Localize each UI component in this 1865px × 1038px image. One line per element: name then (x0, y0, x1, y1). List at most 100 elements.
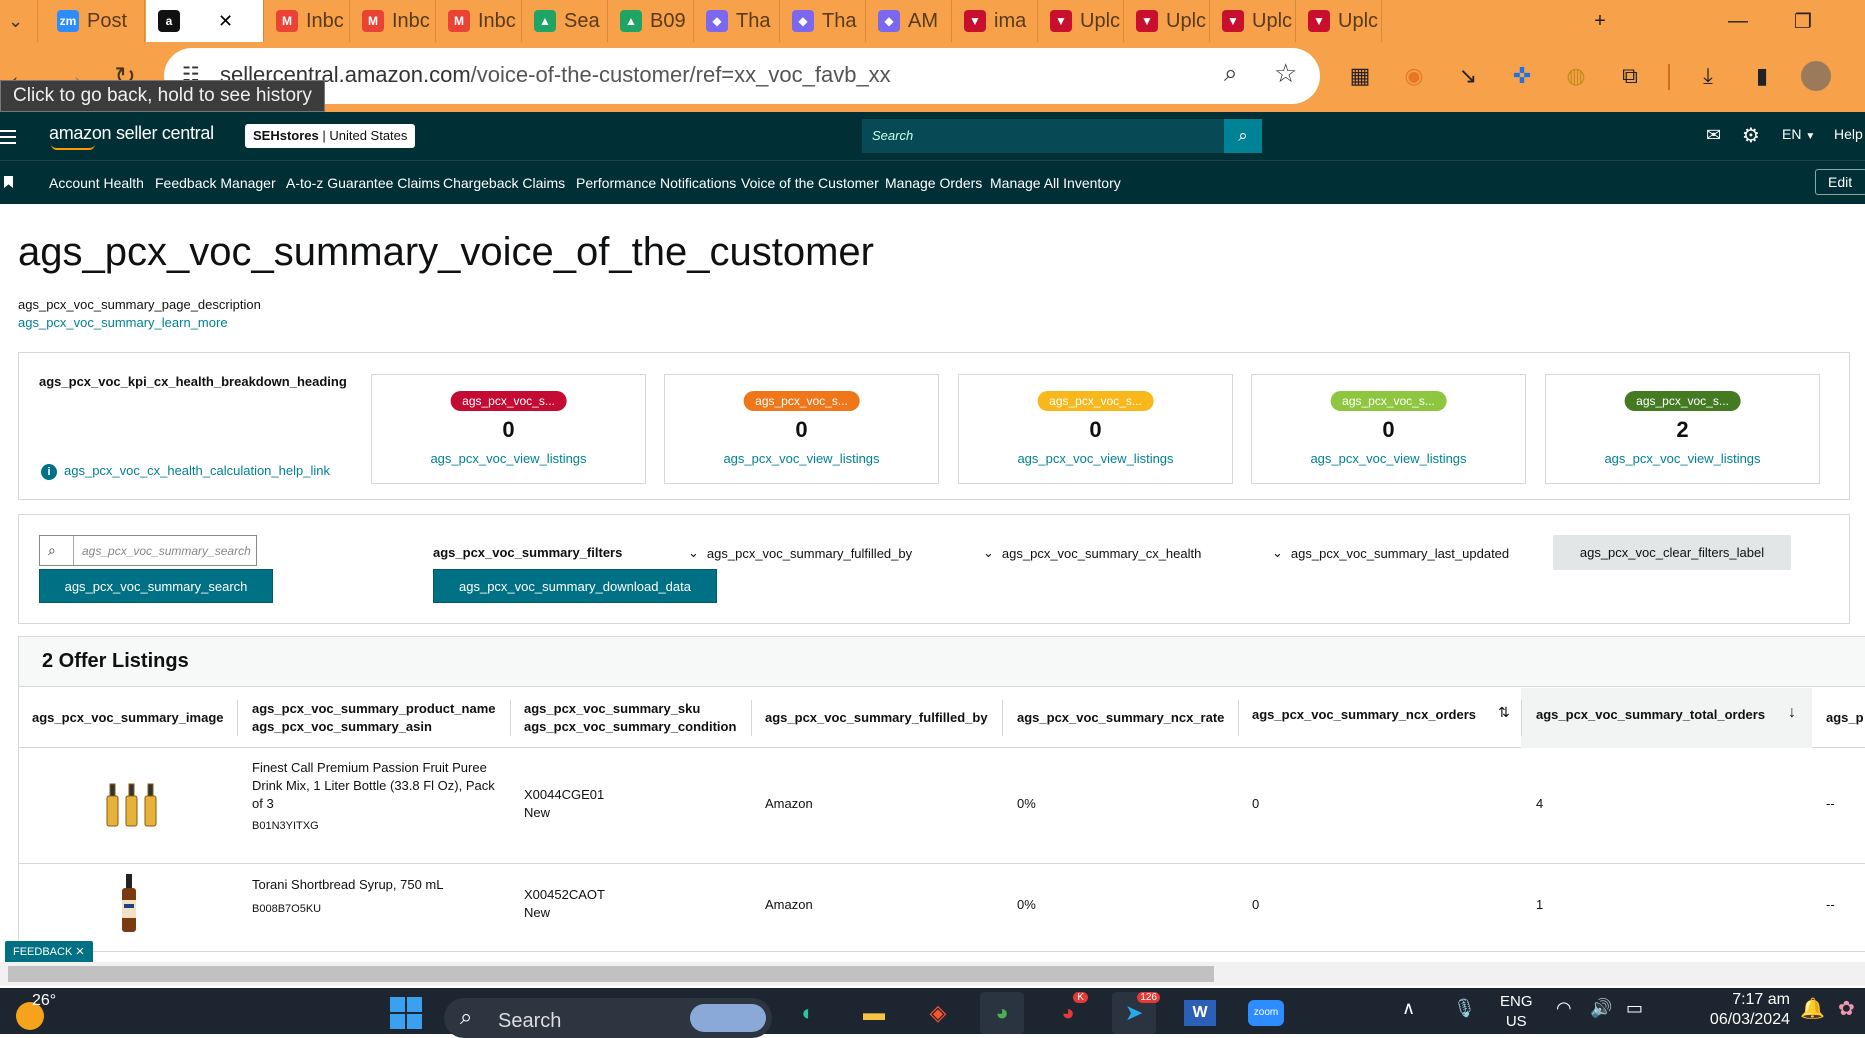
tab-item[interactable]: ▼ Uplc (1038, 0, 1124, 42)
nav-link[interactable]: Manage Orders (885, 175, 982, 191)
tab-item[interactable]: a ✕ (146, 0, 264, 42)
info-icon[interactable]: i (41, 464, 57, 480)
nav-link[interactable]: Account Health (49, 175, 144, 191)
zoom-icon[interactable]: ⌕ (1224, 60, 1237, 88)
mail-icon[interactable]: ✉ (1706, 125, 1721, 146)
nav-link[interactable]: Voice of the Customer (741, 175, 879, 191)
tab-item[interactable]: ▼ Uplc (1124, 0, 1210, 42)
store-switcher[interactable]: SEHstores | United States (245, 124, 416, 148)
side-panel-icon[interactable]: ▮ (1744, 58, 1780, 94)
feedback-button[interactable]: FEEDBACK ✕ (5, 941, 93, 963)
chevron-down-icon[interactable]: ⌄ (8, 11, 23, 32)
menu-icon[interactable] (0, 126, 16, 146)
language-selector[interactable]: EN ▼ (1782, 126, 1815, 142)
brave-icon[interactable]: ◈ (916, 992, 960, 1034)
chrome-profile-icon[interactable]: ◕ K (1046, 992, 1090, 1034)
tab-item[interactable]: ▲ B09 (608, 0, 694, 42)
chrome-icon[interactable]: ◕ (980, 992, 1024, 1034)
help-link[interactable]: Help (1834, 126, 1863, 142)
tab-item[interactable]: M Inbc (264, 0, 350, 42)
sort-down-icon[interactable]: ↓ (1788, 704, 1796, 722)
nav-link[interactable]: Manage All Inventory (990, 175, 1121, 191)
language-indicator[interactable]: ENG US (1500, 992, 1533, 1032)
honey-extension-icon[interactable]: ◍ (1558, 58, 1594, 94)
view-listings-link[interactable]: ags_pcx_voc_view_listings (1252, 451, 1525, 466)
cursor-extension-icon[interactable]: ↘ (1450, 58, 1486, 94)
product-name-link[interactable]: Torani Shortbread Syrup, 750 mL (252, 876, 504, 894)
nav-link[interactable]: Feedback Manager (155, 175, 276, 191)
view-listings-link[interactable]: ags_pcx_voc_view_listings (1546, 451, 1819, 466)
extensions-puzzle-icon[interactable]: ⧉ (1612, 58, 1648, 94)
url-input[interactable]: ☷ sellercentral.amazon.com/voice-of-the-… (164, 48, 1320, 104)
tab-item[interactable]: ◆ Tha (780, 0, 866, 42)
tab-item[interactable]: ⌄ (0, 0, 38, 42)
telegram-icon[interactable]: ➤ 126 (1112, 992, 1160, 1034)
view-listings-link[interactable]: ags_pcx_voc_view_listings (372, 451, 645, 466)
file-explorer-icon[interactable]: ▬ (852, 992, 896, 1034)
extension-circle-icon[interactable]: ◉ (1396, 58, 1432, 94)
taskbar-search[interactable]: ⌕ Search (444, 998, 772, 1038)
profile-avatar[interactable] (1798, 58, 1834, 94)
clear-filters-button[interactable]: ags_pcx_voc_clear_filters_label (1553, 535, 1791, 570)
sort-both-icon[interactable]: ⇅ (1498, 704, 1510, 721)
view-listings-link[interactable]: ags_pcx_voc_view_listings (665, 451, 938, 466)
tab-item[interactable]: ◆ AM (866, 0, 952, 42)
learn-more-link[interactable]: ags_pcx_voc_summary_learn_more (18, 315, 228, 330)
minimize-icon[interactable]: — (1710, 0, 1766, 42)
horizontal-scrollbar-track[interactable] (0, 962, 1865, 986)
volume-icon[interactable]: 🔊 (1590, 998, 1612, 1019)
search-input[interactable]: ags_pcx_voc_summary_search (82, 544, 252, 558)
tab-item[interactable]: M Inbc (436, 0, 522, 42)
nav-link[interactable]: A-to-z Guarantee Claims (286, 175, 440, 191)
download-icon[interactable]: ⤓ (1690, 58, 1726, 94)
tab-item[interactable]: ▲ Sea (522, 0, 608, 42)
col-ncx-rate[interactable]: ags_pcx_voc_summary_ncx_rate (1017, 709, 1224, 727)
battery-icon[interactable]: ▭ (1626, 998, 1643, 1019)
microphone-icon[interactable]: 🎙 (1453, 998, 1476, 1019)
header-search-button[interactable]: ⌕ (1224, 119, 1262, 153)
qr-code-icon[interactable]: ▦ (1342, 58, 1378, 94)
fulfilled-by-dropdown[interactable]: ⌄ ags_pcx_voc_summary_fulfilled_by (688, 545, 912, 561)
product-name-link[interactable]: Finest Call Premium Passion Fruit Puree … (252, 759, 504, 813)
search-button[interactable]: ags_pcx_voc_summary_search (39, 569, 273, 603)
blue-extension-icon[interactable]: ✜ (1504, 58, 1540, 94)
col-total-orders[interactable]: ags_pcx_voc_summary_total_orders (1536, 706, 1765, 724)
view-listings-link[interactable]: ags_pcx_voc_view_listings (959, 451, 1232, 466)
col-condition[interactable]: ags_pcx_voc_summary_condition (524, 718, 736, 736)
wifi-icon[interactable]: ◠ (1556, 998, 1572, 1019)
cx-health-help-link[interactable]: ags_pcx_voc_cx_health_calculation_help_l… (64, 463, 330, 478)
tab-item[interactable]: ▼ Uplc (1296, 0, 1382, 42)
tab-item[interactable]: zm Post (45, 0, 145, 42)
edit-nav-button[interactable]: Edit (1815, 169, 1865, 195)
clock[interactable]: 7:17 am 06/03/2024 (1680, 990, 1790, 1030)
close-icon[interactable]: ✕ (218, 11, 233, 32)
edge-icon[interactable]: ◐ (786, 992, 830, 1034)
new-tab-button[interactable]: + (1576, 0, 1624, 42)
copilot-icon[interactable]: ✿ (1838, 996, 1855, 1021)
restore-icon[interactable]: ❐ (1775, 0, 1831, 42)
windows-start-icon[interactable] (384, 992, 428, 1034)
col-ncx-orders[interactable]: ags_pcx_voc_summary_ncx_orders (1252, 706, 1476, 724)
tab-item[interactable]: M Inbc (350, 0, 436, 42)
download-data-button[interactable]: ags_pcx_voc_summary_download_data (433, 569, 717, 603)
last-updated-dropdown[interactable]: ⌄ ags_pcx_voc_summary_last_updated (1272, 545, 1509, 561)
zoom-app-icon[interactable]: zoom (1244, 992, 1288, 1034)
col-asin[interactable]: ags_pcx_voc_summary_asin (252, 718, 432, 736)
tab-item[interactable]: ▼ ima (952, 0, 1038, 42)
search-box[interactable]: ⌕ ags_pcx_voc_summary_search (39, 535, 257, 566)
col-fulfilled-by[interactable]: ags_pcx_voc_summary_fulfilled_by (765, 709, 988, 727)
notification-bell-icon[interactable]: 🔔 (1800, 996, 1825, 1021)
nav-link[interactable]: Performance Notifications (576, 175, 736, 191)
tab-item[interactable]: ▼ Uplc (1210, 0, 1296, 42)
cx-health-dropdown[interactable]: ⌄ ags_pcx_voc_summary_cx_health (983, 545, 1201, 561)
horizontal-scrollbar-thumb[interactable] (8, 966, 1214, 982)
close-icon[interactable]: ✕ (75, 946, 84, 958)
col-sku[interactable]: ags_pcx_voc_summary_sku (524, 700, 700, 718)
bookmark-star-icon[interactable]: ☆ (1274, 58, 1297, 89)
header-search-input[interactable]: Search (862, 119, 1224, 153)
nav-link[interactable]: Chargeback Claims (443, 175, 565, 191)
word-icon[interactable]: W (1178, 992, 1222, 1034)
chevron-up-icon[interactable]: ∧ (1402, 998, 1415, 1019)
tab-item[interactable]: ◆ Tha (694, 0, 780, 42)
bookmark-icon[interactable] (4, 176, 13, 188)
